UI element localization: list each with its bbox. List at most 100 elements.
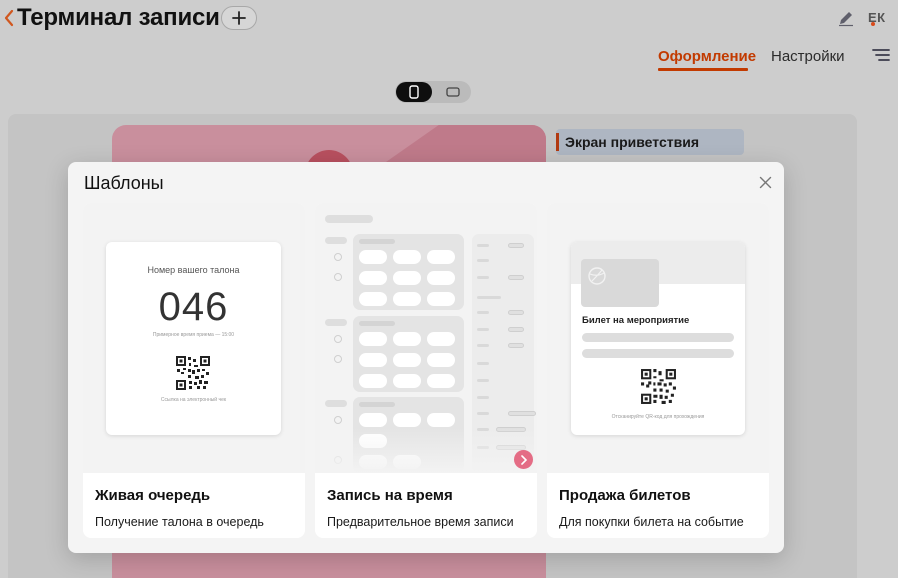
sun-icon [334, 416, 342, 424]
time-slot [393, 292, 421, 306]
preview-side-label [325, 319, 347, 326]
back-chevron-icon[interactable] [2, 7, 16, 29]
time-slot [427, 374, 455, 388]
ticket-label: Номер вашего талона [147, 265, 240, 275]
time-slot [427, 332, 455, 346]
time-slot [393, 332, 421, 346]
template-description: Получение талона в очередь [95, 515, 264, 529]
page-title: Терминал записи [17, 4, 220, 31]
detail-line [477, 276, 489, 279]
detail-line [477, 344, 489, 347]
detail-line [477, 296, 501, 299]
pencil-icon[interactable] [837, 9, 855, 27]
detail-toggle [508, 310, 524, 315]
close-icon[interactable] [759, 176, 772, 189]
ticket-link-note: Ссылка на электронный чек [160, 397, 227, 403]
slots-panel [353, 316, 464, 392]
sun-icon [334, 253, 342, 261]
event-image-placeholder [581, 259, 659, 307]
detail-line [477, 244, 489, 247]
time-slot [393, 271, 421, 285]
time-slot [393, 353, 421, 367]
time-slot [427, 353, 455, 367]
detail-toggle [508, 243, 524, 248]
notification-dot [871, 22, 875, 26]
tablet-icon [446, 87, 460, 97]
template-description: Предварительное время записи [327, 515, 514, 529]
detail-line [477, 259, 489, 262]
template-preview: Билет на мероприятие Отсканируйте QR-код… [547, 203, 769, 473]
time-slot [359, 271, 387, 285]
sun-icon [334, 273, 342, 281]
qr-code-icon [640, 368, 677, 405]
ticket-time-note: Примерное время приема — 15:00 [152, 332, 235, 338]
device-phone-option[interactable] [396, 82, 432, 102]
time-slot [393, 374, 421, 388]
preview-side-label [325, 237, 347, 244]
detail-line [477, 311, 489, 314]
tab-settings[interactable]: Настройки [771, 48, 845, 65]
sidebar-item-welcome-screen[interactable]: Экран приветствия [556, 129, 744, 155]
panel-title-bar [359, 239, 395, 244]
time-slot [427, 413, 455, 427]
time-slot [359, 332, 387, 346]
template-preview: Номер вашего талона 046 Примерное время … [83, 203, 305, 473]
template-description: Для покупки билета на событие [559, 515, 744, 529]
ball-icon [588, 267, 606, 285]
template-card-ticket-sales[interactable]: Билет на мероприятие Отсканируйте QR-код… [547, 203, 769, 538]
template-title: Продажа билетов [559, 487, 691, 504]
time-slot [427, 271, 455, 285]
ticket-caption: Отсканируйте QR-код для прохождения [611, 414, 705, 420]
time-slot [359, 353, 387, 367]
preview-header-bar [325, 215, 373, 223]
time-slot [359, 292, 387, 306]
plus-icon [232, 11, 246, 25]
panel-title-bar [359, 321, 395, 326]
ticket-screen-preview: Номер вашего талона 046 Примерное время … [106, 242, 281, 435]
slots-panel [353, 234, 464, 310]
panel-title-bar [359, 402, 395, 407]
tab-design[interactable]: Оформление [658, 48, 756, 65]
time-slot [359, 374, 387, 388]
template-title: Живая очередь [95, 487, 211, 504]
detail-line [477, 379, 489, 382]
qr-code-icon [175, 355, 211, 391]
device-toggle [395, 81, 471, 103]
preview-fade [315, 428, 537, 473]
preview-side-label [325, 400, 347, 407]
add-button[interactable] [221, 6, 257, 30]
filter-menu-icon[interactable] [872, 47, 890, 63]
template-card-live-queue[interactable]: Номер вашего талона 046 Примерное время … [83, 203, 305, 538]
template-preview [315, 203, 537, 473]
detail-toggle [508, 275, 524, 280]
device-tablet-option[interactable] [439, 84, 467, 100]
ticket-number: 046 [158, 285, 229, 329]
phone-icon [409, 85, 419, 99]
sun-icon [334, 355, 342, 363]
time-slot [359, 413, 387, 427]
active-marker [556, 133, 559, 151]
ticket-detail-line [582, 333, 734, 342]
template-card-appointment[interactable]: Запись на время Предварительное время за… [315, 203, 537, 538]
chevron-right-icon [514, 450, 533, 469]
detail-line [477, 328, 489, 331]
modal-title: Шаблоны [84, 173, 164, 193]
time-slot [393, 250, 421, 264]
sun-icon [334, 335, 342, 343]
detail-line [477, 396, 489, 399]
time-slot [427, 250, 455, 264]
detail-toggle [508, 343, 524, 348]
active-tab-underline [658, 68, 748, 71]
detail-toggle [508, 327, 524, 332]
ticket-title: Билет на мероприятие [582, 315, 690, 326]
detail-toggle [508, 411, 536, 416]
sidebar-item-label: Экран приветствия [565, 134, 699, 150]
time-slot [427, 292, 455, 306]
time-slot [393, 413, 421, 427]
template-title: Запись на время [327, 487, 453, 504]
templates-modal: Шаблоны Номер вашего талона 046 Примерно… [68, 162, 784, 553]
detail-line [477, 362, 489, 365]
detail-line [477, 412, 489, 415]
time-slot [359, 250, 387, 264]
ticket-preview: Билет на мероприятие Отсканируйте QR-код… [571, 242, 745, 435]
